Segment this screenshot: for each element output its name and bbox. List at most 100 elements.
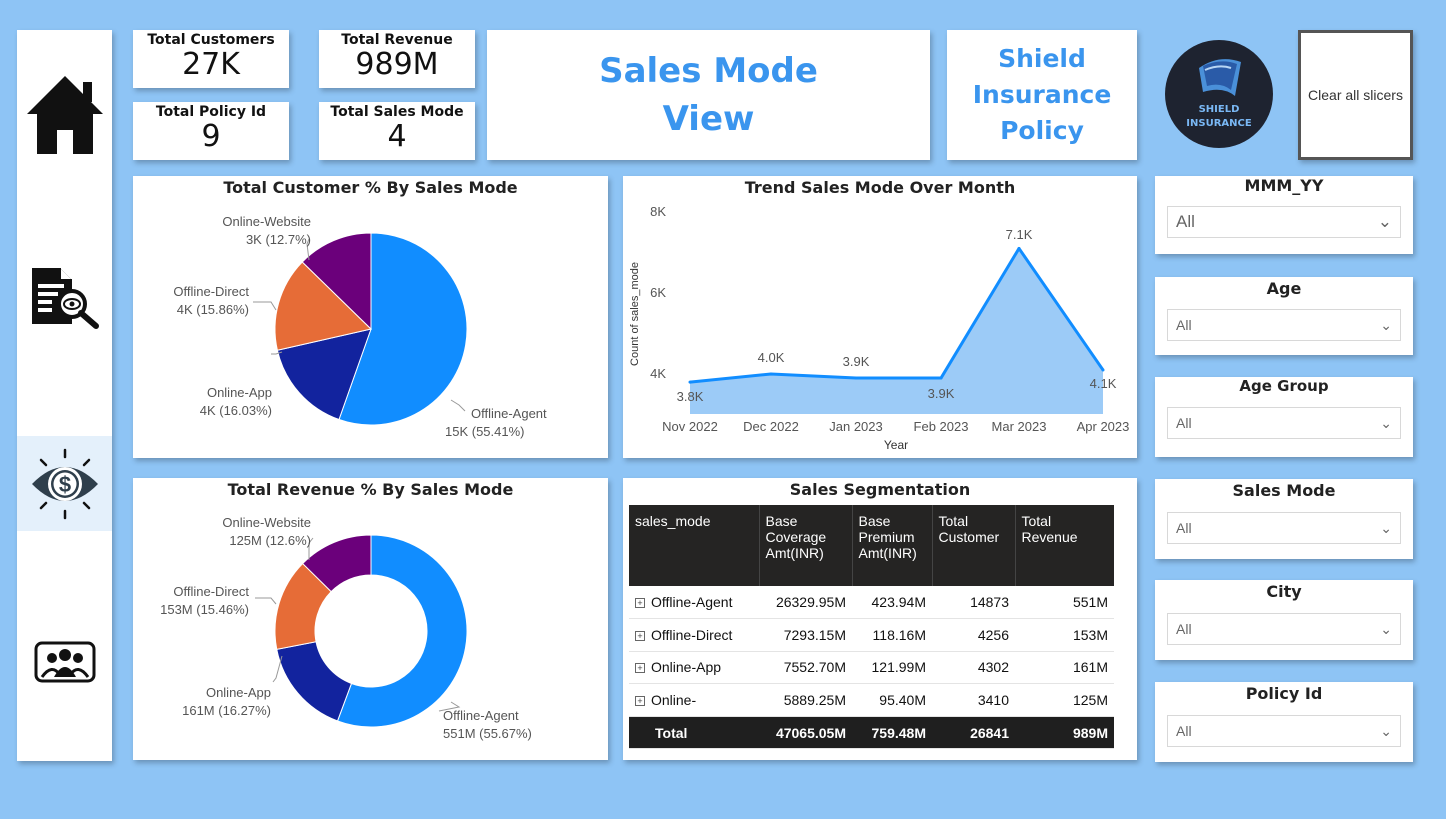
slicer-dropdown[interactable]: All ⌄ (1167, 715, 1401, 747)
clear-all-slicers-button[interactable]: Clear all slicers (1298, 30, 1413, 160)
column-header[interactable]: Base Coverage Amt(INR) (759, 505, 853, 586)
row-label: Online-App (651, 659, 722, 676)
table-cell: 4302 (932, 651, 1015, 685)
chevron-down-icon: ⌄ (1380, 316, 1392, 333)
customers-icon (34, 641, 95, 682)
column-header[interactable]: Total Customer (932, 505, 1016, 586)
customer-pie-card: Total Customer % By Sales Mode Offline-A… (133, 176, 608, 458)
slice-label-name: Offline-Agent (443, 708, 519, 723)
table-row: + Offline-Agent 26329.95M 423.94M 14873 5… (629, 586, 1114, 620)
page-title-line: Sales Mode (599, 51, 818, 91)
kpi-label: Total Revenue (341, 32, 453, 48)
customer-pie-chart[interactable]: Offline-Agent 15K (55.41%) Online-App 4K… (133, 176, 608, 458)
y-tick-label: 4K (650, 366, 666, 381)
slice-label-detail: 4K (16.03%) (200, 403, 272, 418)
nav-sales-view[interactable]: $ (17, 436, 112, 531)
revenue-donut-chart[interactable]: Offline-Agent 551M (55.67%) Online-App 1… (133, 478, 608, 760)
row-label: Offline-Direct (651, 626, 733, 643)
expand-icon[interactable]: + (635, 630, 645, 641)
y-tick-label: 8K (650, 204, 666, 219)
table-cell: 7552.70M (759, 651, 852, 685)
slicer-value: All (1176, 415, 1192, 431)
chevron-down-icon: ⌄ (1380, 620, 1392, 637)
expand-icon[interactable]: + (635, 663, 645, 674)
document-search-icon (31, 267, 99, 329)
kpi-total-sales-mode: Total Sales Mode 4 (319, 102, 475, 160)
slicer-city: City All ⌄ (1155, 580, 1413, 660)
table-cell: 14873 (932, 586, 1015, 620)
column-header[interactable]: Total Revenue (1015, 505, 1114, 586)
slice-label-name: Online-App (206, 685, 271, 700)
kpi-total-policy-id: Total Policy Id 9 (133, 102, 289, 160)
slicer-dropdown[interactable]: All ⌄ (1167, 613, 1401, 645)
expand-icon[interactable]: + (635, 696, 645, 707)
kpi-label: Total Customers (147, 32, 275, 48)
data-point[interactable] (939, 376, 943, 380)
slicer-value: All (1176, 723, 1192, 739)
row-label-cell[interactable]: + Online- (629, 683, 759, 717)
row-label-cell[interactable]: + Offline-Agent (629, 586, 759, 620)
slicer-dropdown[interactable]: All ⌄ (1167, 309, 1401, 341)
table-cell: 7293.15M (759, 618, 852, 652)
slice-label-detail: 125M (12.6%) (229, 533, 311, 548)
kpi-value: 4 (387, 119, 407, 154)
x-tick-label: Nov 2022 (662, 419, 718, 434)
point-label: 3.9K (843, 354, 870, 369)
total-cell: 26841 (932, 716, 1015, 750)
table-row: + Online- 5889.25M 95.40M 3410 125M (629, 683, 1114, 717)
logo-text: INSURANCE (1186, 118, 1252, 129)
table-cell: 95.40M (852, 683, 932, 717)
nav-home[interactable] (17, 67, 112, 162)
table-cell: 118.16M (852, 618, 932, 652)
kpi-label: Total Sales Mode (330, 104, 464, 120)
data-point[interactable] (688, 380, 692, 384)
table-cell: 26329.95M (759, 586, 852, 620)
table-cell: 5889.25M (759, 683, 852, 717)
chevron-down-icon: ⌄ (1380, 414, 1392, 431)
row-label-cell[interactable]: + Online-App (629, 651, 759, 685)
row-label: Online- (651, 692, 697, 709)
column-header[interactable]: sales_mode (629, 505, 760, 586)
expand-icon[interactable]: + (635, 598, 645, 609)
slice-label-detail: 161M (16.27%) (182, 703, 271, 718)
y-axis-title: Count of sales_mode (629, 262, 641, 366)
slicer-value: All (1176, 621, 1192, 637)
total-cell: 989M (1015, 716, 1114, 750)
trend-area-chart[interactable]: 8K 6K 4K Count of sales_mode Year Nov 20… (623, 176, 1137, 458)
total-cell: 47065.05M (759, 716, 852, 750)
table-cell: 3410 (932, 683, 1015, 717)
point-label: 3.8K (677, 389, 704, 404)
x-tick-label: Apr 2023 (1077, 419, 1130, 434)
brand-line: Shield (998, 44, 1086, 73)
slicer-age: Age All ⌄ (1155, 277, 1413, 355)
nav-customers[interactable] (17, 614, 112, 709)
data-point[interactable] (854, 376, 858, 380)
clear-all-slicers-label: Clear all slicers (1308, 87, 1403, 103)
slicer-value: All (1176, 317, 1192, 333)
row-label-cell[interactable]: + Offline-Direct (629, 618, 759, 652)
slice-label-name: Offline-Direct (173, 584, 249, 599)
pie-slice-online-app[interactable] (276, 641, 353, 722)
data-point[interactable] (1017, 246, 1021, 250)
table-cell: 161M (1015, 651, 1114, 685)
slicer-dropdown[interactable]: All ⌄ (1167, 512, 1401, 544)
slicer-sales-mode: Sales Mode All ⌄ (1155, 479, 1413, 559)
svg-text:$: $ (58, 472, 70, 497)
page-title: Sales Mode View (487, 30, 930, 160)
chevron-down-icon: ⌄ (1380, 519, 1392, 536)
data-point[interactable] (1101, 368, 1105, 372)
y-tick-label: 6K (650, 285, 666, 300)
slicer-dropdown[interactable]: All ⌄ (1167, 206, 1401, 238)
point-label: 4.1K (1090, 376, 1117, 391)
slicer-policy-id: Policy Id All ⌄ (1155, 682, 1413, 762)
slicer-title: City (1266, 582, 1302, 601)
column-header[interactable]: Base Premium Amt(INR) (852, 505, 933, 586)
slicer-dropdown[interactable]: All ⌄ (1167, 407, 1401, 439)
table-total-row: Total 47065.05M 759.48M 26841 989M (629, 716, 1114, 750)
data-point[interactable] (769, 372, 773, 376)
nav-document-search[interactable] (17, 250, 112, 345)
sales-segmentation-card: Sales Segmentation sales_mode Base Cover… (623, 478, 1137, 760)
slice-label-detail: 153M (15.46%) (160, 602, 249, 617)
point-label: 7.1K (1006, 227, 1033, 242)
kpi-total-revenue: Total Revenue 989M (319, 30, 475, 88)
